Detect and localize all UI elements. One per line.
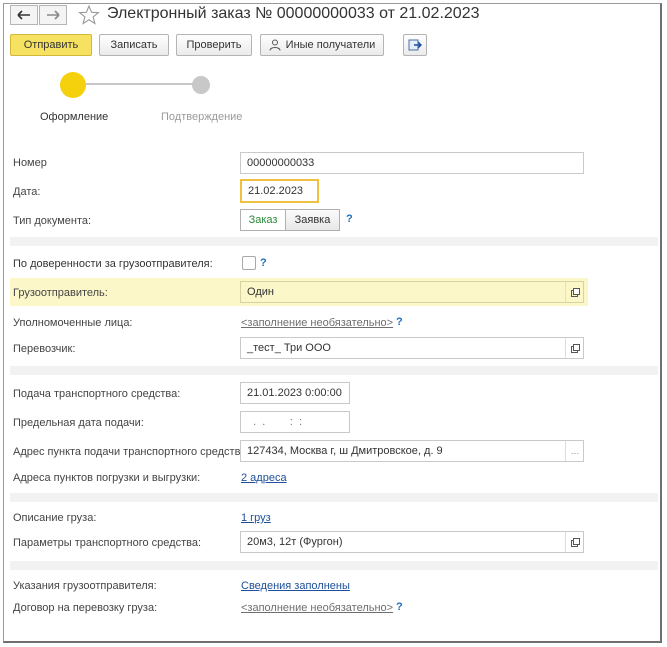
forward-button[interactable] <box>39 5 67 25</box>
doc-type-help[interactable]: ? <box>346 213 353 225</box>
section-divider <box>10 493 658 502</box>
export-icon <box>408 39 422 51</box>
open-form-icon <box>570 537 580 547</box>
supply-address-field[interactable]: 127434, Москва г, ш Дмитровское, д. 9 <box>240 440 584 462</box>
shipper-instructions-link[interactable]: Сведения заполнены <box>241 580 350 592</box>
window-title: Электронный заказ № 00000000033 от 21.02… <box>107 5 480 22</box>
star-icon <box>78 4 100 25</box>
save-button[interactable]: Записать <box>99 34 169 56</box>
vehicle-params-label: Параметры транспортного средства: <box>13 537 202 549</box>
authorized-label: Уполномоченные лица: <box>13 317 133 329</box>
shipper-field[interactable]: Один <box>240 281 584 303</box>
by-proxy-help[interactable]: ? <box>260 257 267 269</box>
by-proxy-label: По доверенности за грузоотправителя: <box>13 258 213 270</box>
step-label-design: Оформление <box>40 111 109 123</box>
authorized-help[interactable]: ? <box>396 316 403 328</box>
other-recipients-label: Иные получатели <box>285 39 376 51</box>
supply-address-value: 127434, Москва г, ш Дмитровское, д. 9 <box>247 445 443 457</box>
back-button[interactable] <box>10 5 38 25</box>
section-divider <box>10 366 658 375</box>
supply-deadline-label: Предельная дата подачи: <box>13 417 144 429</box>
step-inactive-indicator <box>192 76 210 94</box>
check-button[interactable]: Проверить <box>176 34 252 56</box>
carrier-value: _тест_ Три ООО <box>247 342 331 354</box>
open-form-icon <box>570 287 580 297</box>
shipper-label: Грузоотправитель: <box>13 287 108 299</box>
carrier-field[interactable]: _тест_ Три ООО <box>240 337 584 359</box>
authorized-link[interactable]: <заполнение необязательно> <box>241 317 393 329</box>
other-recipients-button[interactable]: Иные получатели <box>260 34 384 56</box>
favorite-star-button[interactable] <box>78 4 100 28</box>
step-label-confirm: Подтверждение <box>161 111 243 123</box>
vehicle-params-value: 20м3, 12т (Фургон) <box>247 536 343 548</box>
carrier-open-button[interactable] <box>565 338 584 358</box>
carrier-label: Перевозчик: <box>13 343 76 355</box>
vehicle-supply-field[interactable]: 21.01.2023 0:00:00 <box>240 382 350 404</box>
section-divider <box>10 561 658 570</box>
section-divider <box>10 237 658 246</box>
vehicle-params-open-button[interactable] <box>565 532 584 552</box>
cargo-desc-link[interactable]: 1 груз <box>241 512 271 524</box>
shipper-value: Один <box>247 286 274 298</box>
send-button[interactable]: Отправить <box>10 34 92 56</box>
by-proxy-checkbox[interactable] <box>242 256 256 270</box>
supply-address-select-button[interactable]: … <box>565 441 584 461</box>
export-button[interactable] <box>403 34 427 56</box>
vehicle-supply-label: Подача транспортного средства: <box>13 388 181 400</box>
load-addresses-link[interactable]: 2 адреса <box>241 472 287 484</box>
date-label: Дата: <box>13 186 41 198</box>
open-form-icon <box>570 343 580 353</box>
date-field[interactable]: 21.02.2023 <box>240 179 319 203</box>
step-active-indicator <box>60 72 86 98</box>
doc-type-request[interactable]: Заявка <box>285 209 340 231</box>
number-label: Номер <box>13 157 47 169</box>
doc-type-label: Тип документа: <box>13 215 92 227</box>
arrow-left-icon <box>17 10 30 20</box>
vehicle-params-field[interactable]: 20м3, 12т (Фургон) <box>240 531 584 553</box>
supply-address-label: Адрес пункта подачи транспортного средст… <box>13 446 250 458</box>
cargo-desc-label: Описание груза: <box>13 512 97 524</box>
number-field[interactable]: 00000000033 <box>240 152 584 174</box>
shipper-open-button[interactable] <box>565 282 584 302</box>
user-icon <box>269 39 281 51</box>
arrow-right-icon <box>47 10 60 20</box>
steps-connector <box>86 83 202 85</box>
supply-deadline-field[interactable]: . . : : <box>240 411 350 433</box>
contract-label: Договор на перевозку груза: <box>13 602 158 614</box>
doc-type-order[interactable]: Заказ <box>240 209 286 231</box>
contract-link[interactable]: <заполнение необязательно> <box>241 602 393 614</box>
contract-help[interactable]: ? <box>396 601 403 613</box>
shipper-instructions-label: Указания грузоотправителя: <box>13 580 157 592</box>
load-addresses-label: Адреса пунктов погрузки и выгрузки: <box>13 472 201 484</box>
